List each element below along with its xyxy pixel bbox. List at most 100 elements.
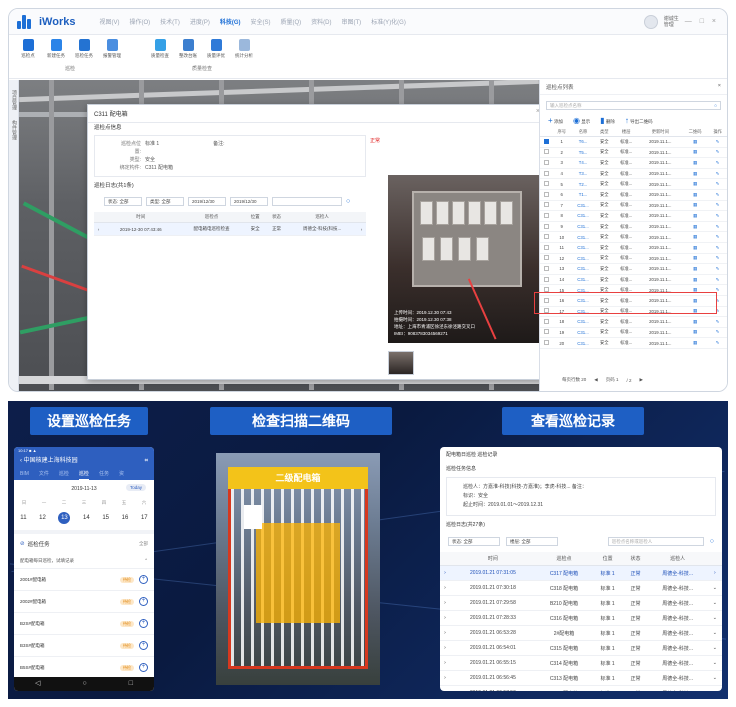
edit-icon[interactable]: ✎ <box>708 178 727 190</box>
qr-code-icon[interactable]: ▦ <box>681 316 709 328</box>
row-name-link[interactable]: C31... <box>571 200 595 212</box>
table-row[interactable]: 2 T5... 安全 标准... 2019.11.1... ▦ ✎ <box>540 147 727 159</box>
add-circle-icon[interactable]: + <box>139 641 148 650</box>
photo-thumbnail[interactable] <box>388 351 414 375</box>
chevron-down-icon[interactable]: ⌄ <box>707 610 722 626</box>
phone-tab[interactable]: 任务 <box>99 468 109 480</box>
expand-icon[interactable]: › <box>440 670 450 686</box>
prev-page-icon[interactable]: ◀ <box>594 377 597 383</box>
table-row[interactable]: 4 T3... 安全 标准... 2019.11.1... ▦ ✎ <box>540 168 727 180</box>
filter-all[interactable]: 全部 <box>139 541 148 547</box>
table-row[interactable]: ›2019.01.21 06:57:50C312 配电箱标准 1正常周德全-科技… <box>440 685 722 691</box>
calendar-day[interactable]: 17 <box>141 515 148 521</box>
qr-code-icon[interactable]: ▦ <box>681 337 709 349</box>
table-row[interactable]: › 2019.01.21 06:56:45 C313 配电箱 标准 1 正常 周德全-科技… <box>440 670 722 686</box>
add-circle-icon[interactable]: + <box>139 597 148 606</box>
task-item[interactable]: 2002#配电箱 待检 + <box>14 591 154 613</box>
edit-icon[interactable]: ✎ <box>708 327 727 339</box>
table-row[interactable]: 6 T1... 安全 标准... 2019.11.1... ▦ ✎ <box>540 189 727 201</box>
chevron-down-icon[interactable]: ⌄ <box>707 625 722 641</box>
table-row[interactable]: › 2019.01.21 06:54:01 C315 配电箱 标准 1 正常 周德全-科技… <box>440 640 722 656</box>
next-page-icon[interactable]: ▶ <box>640 377 643 383</box>
ribbon-button[interactable]: 报警管理 <box>101 39 123 59</box>
qr-code-icon[interactable]: ▦ <box>681 242 709 254</box>
qr-code-icon[interactable]: ▦ <box>681 189 709 201</box>
row-name-link[interactable]: C31... <box>571 253 595 265</box>
row-checkbox[interactable] <box>543 212 549 218</box>
expand-icon[interactable]: › <box>440 580 450 596</box>
user-info[interactable]: 谢诚生 管理 <box>664 16 679 28</box>
qr-code-icon[interactable]: ▦ <box>681 231 709 243</box>
side-tab-component[interactable]: 构件管理 <box>11 120 18 140</box>
qr-code-icon[interactable]: ▦ <box>681 221 709 233</box>
ribbon-button[interactable]: 整改台账 <box>177 39 199 59</box>
row-name-link[interactable]: T3... <box>571 168 595 180</box>
row-name-link[interactable]: C31... <box>571 242 595 254</box>
row-name-link[interactable]: C31... <box>571 316 595 328</box>
edit-icon[interactable]: ✎ <box>708 200 727 212</box>
calendar-day[interactable]: 15 <box>102 515 109 521</box>
row-checkbox[interactable] <box>543 149 549 155</box>
window-controls[interactable]: — □ × <box>685 18 719 25</box>
table-row[interactable]: 18 C31... 安全 标准... 2019.11.1... ▦ ✎ <box>540 316 727 328</box>
edit-icon[interactable]: ✎ <box>708 242 727 254</box>
phone-tab[interactable]: 文件 <box>39 468 49 480</box>
add-circle-icon[interactable]: + <box>139 663 148 672</box>
panel-search-input[interactable]: 输入巡检点名称 ○ <box>546 101 721 110</box>
edit-icon[interactable]: ✎ <box>708 157 727 169</box>
edit-icon[interactable]: ✎ <box>708 231 727 243</box>
chevron-down-icon[interactable]: ⌄ <box>707 595 722 611</box>
calendar-day[interactable]: 14 <box>83 515 90 521</box>
side-tab-project[interactable]: 项目管理 <box>11 90 18 110</box>
task-item[interactable]: B3S#配电箱 待检 + <box>14 635 154 657</box>
table-row[interactable]: › 2019.01.21 07:30:18 C318 配电箱 标准 1 正常 周德全-科技… <box>440 580 722 596</box>
export-qr-button[interactable]: ↑ 导出二维码 <box>625 116 653 125</box>
row-name-link[interactable]: T4... <box>571 157 595 169</box>
row-checkbox[interactable] <box>543 318 549 324</box>
recent-nav-icon[interactable]: □ <box>129 677 133 691</box>
table-row[interactable]: 10 C31... 安全 标准... 2019.11.1... ▦ ✎ <box>540 231 727 243</box>
menu-item[interactable]: 审图(T) <box>342 17 362 26</box>
task-item[interactable]: B5S#配电箱 待检 + <box>14 657 154 679</box>
qr-code-icon[interactable]: ▦ <box>681 200 709 212</box>
expand-icon[interactable]: › <box>440 655 450 671</box>
add-circle-icon[interactable]: + <box>139 619 148 628</box>
avatar[interactable] <box>643 14 658 29</box>
calendar-day[interactable]: 12 <box>39 515 46 521</box>
row-checkbox[interactable] <box>543 223 549 229</box>
row-checkbox[interactable] <box>543 265 549 271</box>
page-number[interactable]: 页码 1 <box>606 377 619 383</box>
table-row[interactable]: 3 T4... 安全 标准... 2019.11.1... ▦ ✎ <box>540 157 727 169</box>
row-name-link[interactable]: C31... <box>571 274 595 286</box>
edit-icon[interactable]: ✎ <box>708 168 727 180</box>
table-row[interactable]: › 2019.01.21 07:29:58 B210 配电箱 标准 1 正常 周德全-科技… <box>440 595 722 611</box>
row-name-link[interactable]: T2... <box>571 178 595 190</box>
table-row[interactable]: 7 C31... 安全 标准... 2019.11.1... ▦ ✎ <box>540 200 727 212</box>
row-name-link[interactable]: C31... <box>571 210 595 222</box>
expand-icon[interactable]: › <box>440 595 450 611</box>
ribbon-button[interactable]: 新建任务 <box>45 39 67 59</box>
qr-code-icon[interactable]: ▦ <box>681 210 709 222</box>
menu-item[interactable]: 资料(D) <box>311 17 331 26</box>
task-item[interactable]: 2001#配电箱 待检 + <box>14 569 154 591</box>
calendar-day[interactable]: 13 <box>58 512 71 524</box>
table-row[interactable]: 1 T6... 安全 标准... 2019.11.1... ▦ ✎ <box>540 136 727 148</box>
menu-item[interactable]: 进度(P) <box>190 17 210 26</box>
qr-code-icon[interactable]: ▦ <box>681 253 709 265</box>
ribbon-button[interactable]: 统计分析 <box>233 39 255 59</box>
table-row[interactable]: 8 C31... 安全 标准... 2019.11.1... ▦ ✎ <box>540 210 727 222</box>
table-row[interactable]: › 2019.01.21 07:31:05 C317 配电箱 标准 1 正常 周德全-科技… <box>440 565 722 581</box>
expand-icon[interactable]: › <box>440 565 450 581</box>
show-button[interactable]: ◉ 显示 <box>573 116 590 125</box>
qr-code-icon[interactable]: ▦ <box>681 274 709 286</box>
search-icon[interactable]: ○ <box>346 198 350 205</box>
qr-code-icon[interactable]: ▦ <box>681 327 709 339</box>
row-checkbox[interactable] <box>543 159 549 165</box>
table-row[interactable]: 20 C31... 安全 标准... 2019.11.1... ▦ ✎ <box>540 337 727 349</box>
chevron-down-icon[interactable]: ⌄ <box>707 670 722 686</box>
edit-icon[interactable]: ✎ <box>708 337 727 349</box>
menu-item[interactable]: 技术(T) <box>160 17 180 26</box>
expand-icon[interactable]: › <box>440 685 450 691</box>
menu-item[interactable]: 质量(Q) <box>281 17 302 26</box>
back-nav-icon[interactable]: ◁ <box>35 677 40 691</box>
